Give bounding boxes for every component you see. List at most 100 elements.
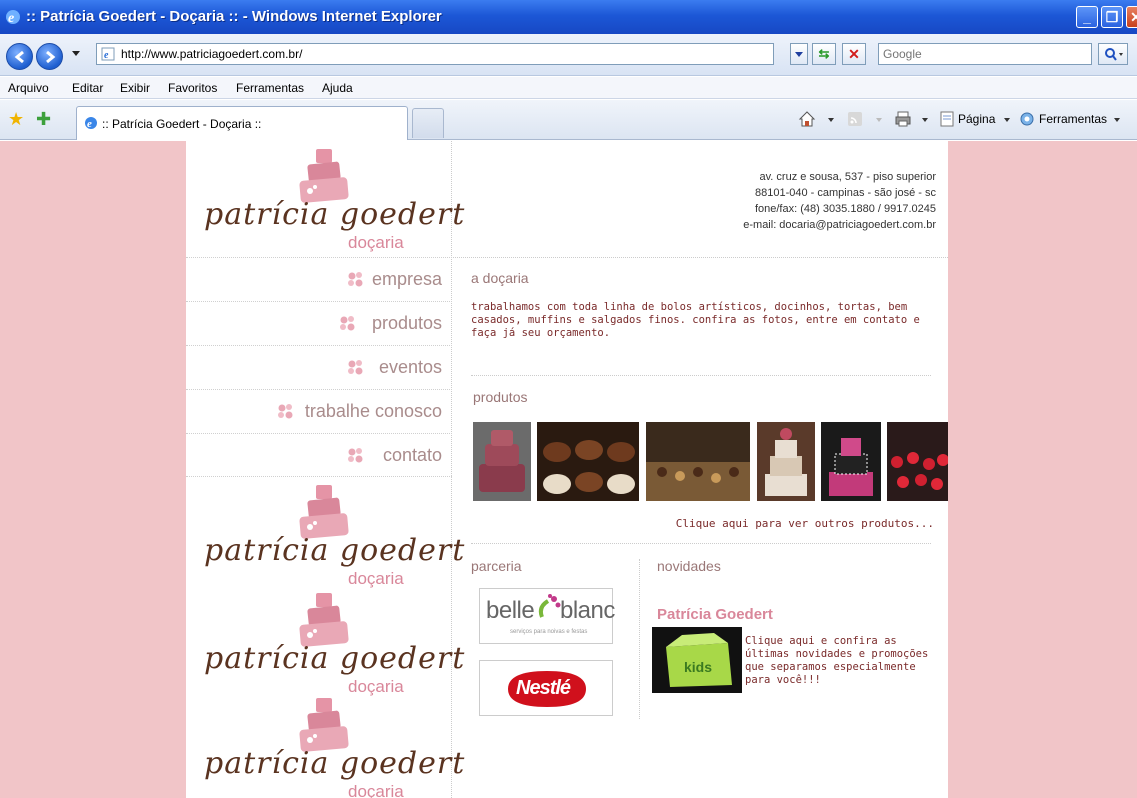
logo-script-text: patrícia goedert bbox=[204, 641, 466, 676]
menu-favoritos[interactable]: Favoritos bbox=[168, 81, 217, 95]
maximize-button[interactable]: ❐ bbox=[1101, 6, 1123, 28]
internet-explorer-icon: e bbox=[6, 10, 20, 26]
site-nav: empresa produtos eventos trabalhe conosc… bbox=[186, 257, 452, 477]
nav-item-contato[interactable]: contato bbox=[186, 433, 452, 477]
product-thumbnail[interactable] bbox=[887, 422, 948, 501]
news-item-image[interactable]: kids bbox=[652, 627, 742, 693]
close-button[interactable]: ✕ bbox=[1126, 6, 1137, 28]
more-products-link[interactable]: Clique aqui para ver outros produtos... bbox=[676, 517, 934, 530]
tab-patricia-goedert[interactable]: e :: Patrícia Goedert - Doçaria :: bbox=[76, 106, 408, 140]
minimize-button[interactable]: _ bbox=[1076, 6, 1098, 28]
product-photo bbox=[887, 422, 948, 501]
flower-icon bbox=[348, 272, 363, 287]
print-icon[interactable] bbox=[894, 110, 912, 128]
svg-text:e: e bbox=[87, 118, 92, 130]
nav-label: contato bbox=[382, 445, 442, 465]
print-dropdown-icon[interactable] bbox=[922, 118, 928, 122]
product-photo bbox=[473, 422, 531, 501]
product-thumbnail[interactable] bbox=[473, 422, 531, 501]
page-menu-icon bbox=[940, 111, 954, 127]
site-logo[interactable]: patrícia goedert doçaria bbox=[186, 147, 464, 257]
divider bbox=[471, 543, 931, 544]
logo-script-text: patrícia goedert bbox=[204, 746, 466, 781]
menu-arquivo[interactable]: Arquivo bbox=[8, 81, 49, 95]
logo-subtitle: doçaria bbox=[348, 569, 404, 588]
stop-icon: ✕ bbox=[848, 46, 860, 62]
nav-item-eventos[interactable]: eventos bbox=[186, 345, 452, 389]
decorative-logo: patrícia goedert doçaria bbox=[186, 483, 464, 593]
tab-label: :: Patrícia Goedert - Doçaria :: bbox=[102, 117, 262, 131]
address-field[interactable]: e http://www.patriciagoedert.com.br/ bbox=[96, 43, 774, 65]
product-thumbnail[interactable] bbox=[537, 422, 639, 501]
flower-icon bbox=[278, 404, 293, 419]
product-thumbnail[interactable] bbox=[757, 422, 815, 501]
product-photo bbox=[821, 422, 881, 501]
partner-belle-blanc[interactable]: belle blanc serviços para noivas e festa… bbox=[479, 588, 615, 644]
favorites-star-icon[interactable]: ★ bbox=[8, 110, 24, 128]
divider bbox=[471, 375, 931, 376]
nav-label: eventos bbox=[378, 357, 442, 377]
svg-text:e: e bbox=[8, 11, 14, 26]
news-item-text[interactable]: Clique aqui e confira as últimas novidad… bbox=[745, 635, 945, 687]
logo-subtitle: doçaria bbox=[348, 233, 404, 252]
history-dropdown-icon[interactable] bbox=[72, 51, 80, 56]
new-tab-button[interactable] bbox=[412, 108, 444, 138]
product-thumbnail[interactable] bbox=[821, 422, 881, 501]
close-icon: ✕ bbox=[1130, 9, 1137, 25]
logo-script-text: patrícia goedert bbox=[204, 533, 466, 568]
gear-icon bbox=[1020, 112, 1034, 126]
nav-label: produtos bbox=[371, 313, 442, 333]
search-icon bbox=[1105, 48, 1123, 61]
email-link[interactable]: e-mail: docaria@patriciagoedert.com.br bbox=[743, 217, 936, 233]
decorative-logo: patrícia goedert doçaria bbox=[186, 591, 464, 701]
search-field[interactable] bbox=[878, 43, 1092, 65]
nav-item-empresa[interactable]: empresa bbox=[186, 257, 452, 301]
address-toolbar: e http://www.patriciagoedert.com.br/ ⇆ ✕ bbox=[0, 34, 1137, 76]
flower-icon bbox=[348, 360, 363, 375]
home-icon[interactable] bbox=[798, 110, 816, 128]
refresh-button[interactable]: ⇆ bbox=[812, 43, 836, 65]
nav-label: trabalhe conosco bbox=[304, 401, 442, 421]
minimize-icon: _ bbox=[1083, 9, 1091, 25]
products-title: produtos bbox=[473, 389, 528, 405]
page-dropdown-icon[interactable] bbox=[1004, 118, 1010, 122]
product-photo bbox=[537, 422, 639, 501]
search-input[interactable] bbox=[883, 45, 1083, 63]
news-item-title[interactable]: Patrícia Goedert bbox=[657, 606, 773, 623]
tools-dropdown-icon[interactable] bbox=[1114, 118, 1120, 122]
nav-item-trabalhe-conosco[interactable]: trabalhe conosco bbox=[186, 389, 452, 433]
partner-nestle[interactable]: Nestlé bbox=[479, 660, 613, 716]
address-dropdown-button[interactable] bbox=[790, 43, 808, 65]
back-button[interactable] bbox=[6, 43, 33, 70]
window-title-bar: e :: Patrícia Goedert - Doçaria :: - Win… bbox=[0, 0, 1137, 34]
feeds-icon[interactable] bbox=[846, 110, 864, 128]
partners-title: parceria bbox=[471, 558, 522, 574]
tools-menu-button[interactable]: Ferramentas bbox=[1039, 112, 1107, 126]
page-menu-button[interactable]: Página bbox=[958, 112, 995, 126]
svg-text:e: e bbox=[104, 50, 109, 61]
feeds-dropdown-icon[interactable] bbox=[876, 118, 882, 122]
search-button[interactable] bbox=[1098, 43, 1128, 65]
logo-script-text: patrícia goedert bbox=[204, 197, 466, 232]
arrow-right-icon bbox=[46, 50, 56, 64]
about-title: a doçaria bbox=[471, 270, 529, 286]
nav-label: empresa bbox=[371, 269, 442, 289]
home-dropdown-icon[interactable] bbox=[828, 118, 834, 122]
nav-item-produtos[interactable]: produtos bbox=[186, 301, 452, 345]
product-photo bbox=[646, 422, 750, 501]
menu-bar: Arquivo Editar Exibir Favoritos Ferramen… bbox=[0, 77, 1137, 99]
menu-exibir[interactable]: Exibir bbox=[120, 81, 150, 95]
product-thumbnail[interactable] bbox=[646, 422, 750, 501]
menu-editar[interactable]: Editar bbox=[72, 81, 103, 95]
menu-ferramentas[interactable]: Ferramentas bbox=[236, 81, 304, 95]
menu-ajuda[interactable]: Ajuda bbox=[322, 81, 353, 95]
flower-icon bbox=[340, 316, 355, 331]
stop-button[interactable]: ✕ bbox=[842, 43, 866, 65]
nestle-logo-text: Nestlé bbox=[516, 677, 571, 699]
page-viewport: patrícia goedert doçaria empresa produto… bbox=[0, 141, 1137, 798]
site-container: patrícia goedert doçaria empresa produto… bbox=[186, 141, 948, 798]
forward-button[interactable] bbox=[36, 43, 63, 70]
add-favorite-icon[interactable]: ✚ bbox=[36, 110, 51, 128]
column-divider bbox=[639, 559, 640, 719]
logo-subtitle: doçaria bbox=[348, 677, 404, 696]
